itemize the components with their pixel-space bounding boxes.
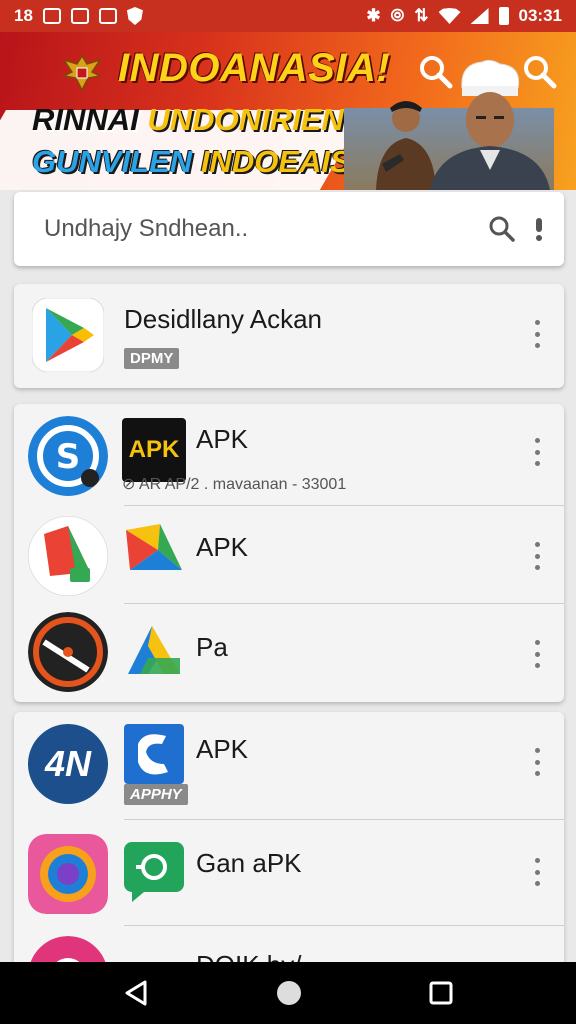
shield-icon	[126, 7, 143, 25]
signal-icon	[470, 8, 489, 24]
image-icon	[70, 8, 89, 24]
play-store-icon	[32, 298, 104, 372]
app-icon	[98, 8, 117, 24]
home-icon[interactable]	[275, 979, 303, 1007]
search-icon[interactable]	[488, 215, 516, 243]
notification-icon	[42, 8, 61, 24]
svg-text:S: S	[56, 437, 81, 477]
app-subtitle: ⊘ AR AP/2 . mavaanan - 33001	[122, 476, 347, 493]
search-input[interactable]: Undhajy Sndhean..	[44, 215, 470, 243]
featured-tag: DPMY	[124, 348, 180, 369]
banner-line-3b: INDOEAIS	[200, 144, 351, 179]
banner-line-2a: RINNAI	[32, 102, 139, 137]
multicolor-app-icon	[126, 524, 182, 570]
app-name: APK	[196, 424, 249, 454]
wifi-icon	[438, 8, 461, 24]
more-options-icon[interactable]	[534, 640, 540, 668]
more-options-icon[interactable]	[534, 748, 540, 776]
app-name: Gan aPK	[196, 848, 302, 878]
banner-line-2: RINNAI UNDONIRIEN	[32, 102, 344, 138]
tri-color-app-icon	[128, 626, 180, 674]
dollar-app-icon: S	[28, 416, 108, 496]
phone-app-icon	[124, 724, 184, 784]
battery-icon	[498, 7, 509, 25]
banner-line-2b: UNDONIRIEN	[147, 102, 344, 137]
data-icon: ⇅	[414, 6, 429, 25]
more-options-icon[interactable]	[534, 438, 540, 466]
list-item[interactable]: S APK APK ⊘ AR AP/2 . mavaanan - 33001	[14, 404, 564, 506]
banner-search-icon[interactable]	[418, 54, 454, 90]
camera-app-icon	[28, 834, 108, 914]
drive-app-icon	[28, 516, 108, 596]
app-list-card-2: 4N APK APPHY Gan aPK	[14, 712, 564, 962]
app-name: APK	[196, 734, 249, 764]
list-item[interactable]: 4N APK APPHY	[14, 712, 564, 820]
banner-line-3: GUNVILEN INDOEAIS	[32, 144, 351, 180]
apk-badge-label: APK	[128, 436, 180, 463]
4n-app-label: 4N	[44, 743, 92, 784]
banner-title: INDOANASIA!	[118, 46, 391, 90]
pink-app-icon	[30, 936, 106, 962]
navigation-bar	[0, 962, 576, 1024]
status-time-left: 18	[14, 6, 33, 25]
list-item[interactable]: Gan aPK	[14, 820, 564, 926]
list-item[interactable]: Pa	[14, 604, 564, 702]
app-name: DOIK by/	[196, 950, 301, 962]
4n-app-icon: 4N	[28, 724, 108, 804]
bluetooth-icon: ✱	[366, 6, 381, 25]
status-time-right: 03:31	[518, 6, 562, 25]
garuda-emblem-icon	[61, 54, 103, 92]
banner-search-icon-2[interactable]	[522, 54, 558, 90]
app-tag: APPHY	[124, 784, 188, 805]
more-options-icon[interactable]	[534, 858, 540, 886]
back-icon[interactable]	[123, 979, 149, 1007]
banner-line-3a: GUNVILEN	[32, 144, 193, 179]
more-options-icon[interactable]	[534, 542, 540, 570]
promo-banner[interactable]: INDOANASIA! RINNAI UNDONIRIEN GUNVILEN I…	[0, 32, 576, 190]
mic-icon[interactable]	[534, 215, 544, 243]
featured-app-name: Desidllany Ackan	[124, 304, 322, 334]
list-item[interactable]: APK	[14, 506, 564, 604]
search-bar[interactable]: Undhajy Sndhean..	[14, 192, 564, 266]
status-bar: 18 ✱ ⦾ ⇅ 03:31	[0, 0, 576, 32]
speedometer-app-icon	[28, 612, 108, 692]
app-name: Pa	[196, 632, 228, 662]
app-name: APK	[196, 532, 249, 562]
chat-app-icon	[124, 842, 184, 902]
list-item[interactable]: DOIK by/	[14, 926, 564, 962]
vibrate-icon: ⦾	[390, 6, 405, 25]
featured-card[interactable]: Desidllany Ackan DPMY	[14, 284, 564, 388]
recents-icon[interactable]	[429, 981, 453, 1005]
app-list-card-1: S APK APK ⊘ AR AP/2 . mavaanan - 33001 A…	[14, 404, 564, 702]
apk-badge-icon: APK	[122, 418, 186, 482]
featured-more-icon[interactable]	[534, 320, 540, 348]
